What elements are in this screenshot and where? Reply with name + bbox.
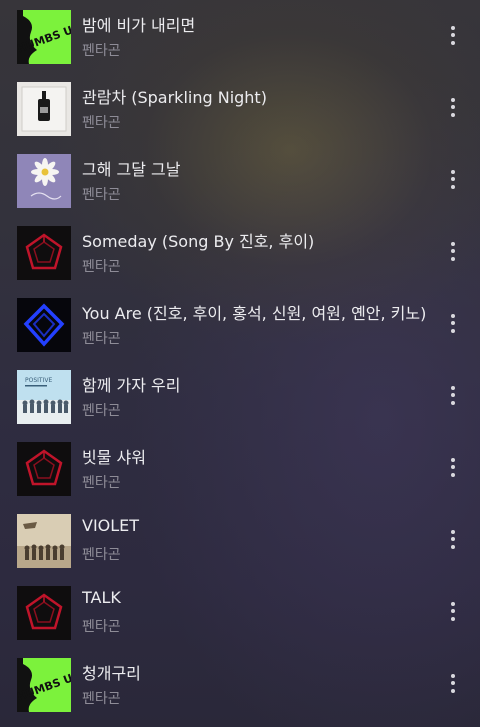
track-artist: 펜타곤 — [82, 187, 121, 203]
track-title: 그해 그달 그날 — [82, 160, 181, 179]
more-vertical-icon — [451, 25, 455, 30]
track-title: 함께 가자 우리 — [82, 376, 181, 395]
album-logo-text: POSITIVE — [25, 377, 52, 384]
track-list: THUMBS UP! 밤에 비가 내리면 펜타곤 관람차 (Sparkling … — [0, 0, 480, 727]
track-artist: 펜타곤 — [82, 547, 121, 563]
track-title: Someday (Song By 진호, 후이) — [82, 232, 315, 251]
track-artist: 펜타곤 — [82, 691, 121, 707]
more-vertical-icon — [451, 601, 455, 606]
track-title: 관람차 (Sparkling Night) — [82, 88, 267, 107]
track-artist: 펜타곤 — [82, 331, 121, 347]
album-cover[interactable] — [17, 226, 71, 280]
track-title: 빗물 샤워 — [82, 448, 146, 467]
more-vertical-icon — [451, 241, 455, 246]
track-artist: 펜타곤 — [82, 619, 121, 635]
list-item[interactable]: TALK 펜타곤 — [0, 574, 480, 646]
more-vertical-icon — [451, 97, 455, 102]
album-cover[interactable]: THUMBS UP! — [17, 658, 71, 712]
track-artist: 펜타곤 — [82, 403, 121, 419]
more-options-button[interactable] — [440, 450, 466, 484]
list-item[interactable]: Someday (Song By 진호, 후이) 펜타곤 — [0, 214, 480, 286]
more-vertical-icon — [451, 529, 455, 534]
album-cover[interactable]: POSITIVE — [17, 370, 71, 424]
list-item[interactable]: 관람차 (Sparkling Night) 펜타곤 — [0, 70, 480, 142]
track-artist: 펜타곤 — [82, 115, 121, 131]
more-options-button[interactable] — [440, 18, 466, 52]
more-options-button[interactable] — [440, 90, 466, 124]
more-options-button[interactable] — [440, 666, 466, 700]
track-artist: 펜타곤 — [82, 43, 121, 59]
list-item[interactable]: THUMBS UP! 밤에 비가 내리면 펜타곤 — [0, 0, 480, 70]
more-options-button[interactable] — [440, 378, 466, 412]
album-cover[interactable] — [17, 298, 71, 352]
more-options-button[interactable] — [440, 522, 466, 556]
list-item[interactable]: POSITIVE 함께 가자 우리 펜타곤 — [0, 358, 480, 430]
more-vertical-icon — [451, 313, 455, 318]
list-item[interactable]: 빗물 샤워 펜타곤 — [0, 430, 480, 502]
list-item[interactable]: You Are (진호, 후이, 홍석, 신원, 여원, 옌안, 키노) 펜타곤 — [0, 286, 480, 358]
track-artist: 펜타곤 — [82, 475, 121, 491]
list-item[interactable]: VIOLET 펜타곤 — [0, 502, 480, 574]
list-item[interactable]: 그해 그달 그날 펜타곤 — [0, 142, 480, 214]
album-cover[interactable] — [17, 154, 71, 208]
track-title: You Are (진호, 후이, 홍석, 신원, 여원, 옌안, 키노) — [82, 304, 427, 323]
more-vertical-icon — [451, 385, 455, 390]
track-title: TALK — [82, 588, 121, 607]
album-cover[interactable] — [17, 586, 71, 640]
track-artist: 펜타곤 — [82, 259, 121, 275]
album-cover[interactable] — [17, 82, 71, 136]
more-options-button[interactable] — [440, 234, 466, 268]
list-item[interactable]: THUMBS UP! 청개구리 펜타곤 — [0, 646, 480, 718]
album-cover[interactable] — [17, 514, 71, 568]
track-title: VIOLET — [82, 516, 140, 535]
more-options-button[interactable] — [440, 306, 466, 340]
track-title: 밤에 비가 내리면 — [82, 16, 196, 35]
album-cover[interactable]: THUMBS UP! — [17, 10, 71, 64]
more-vertical-icon — [451, 457, 455, 462]
track-title: 청개구리 — [82, 664, 141, 683]
album-cover[interactable] — [17, 442, 71, 496]
more-options-button[interactable] — [440, 594, 466, 628]
more-options-button[interactable] — [440, 162, 466, 196]
more-vertical-icon — [451, 169, 455, 174]
more-vertical-icon — [451, 673, 455, 678]
